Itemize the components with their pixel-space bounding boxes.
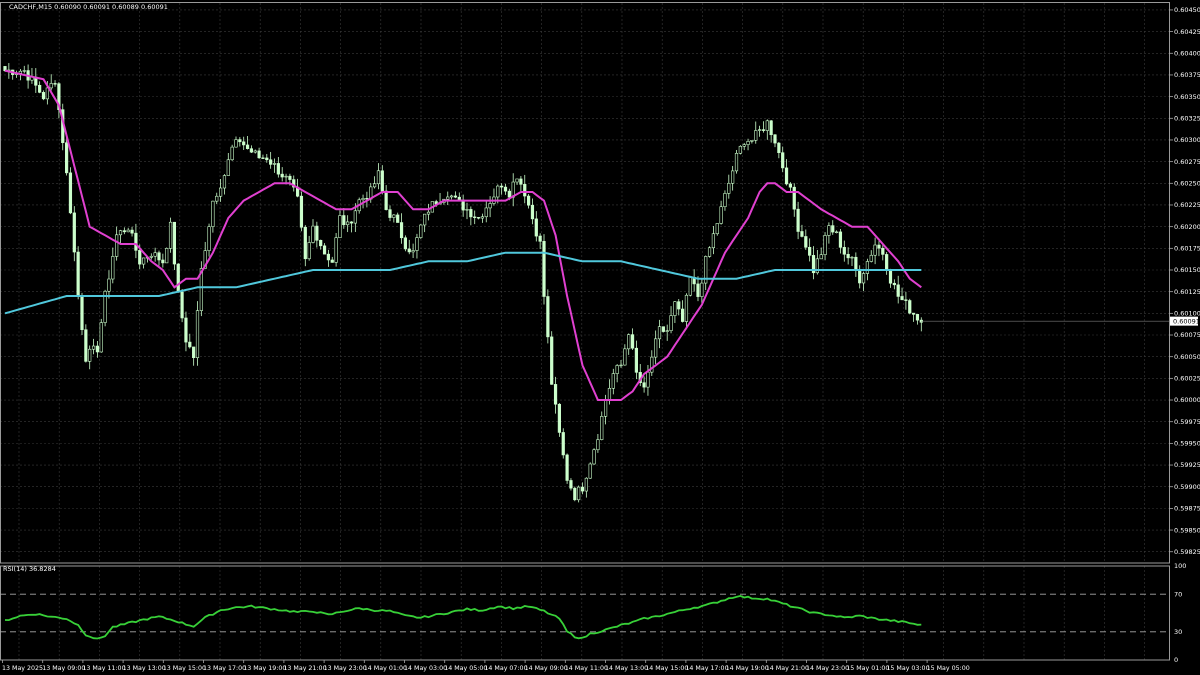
x-tick-label: 14 May 05:00 [444, 665, 487, 672]
candle [734, 149, 739, 174]
y-tick-label: 0.59975 [1174, 418, 1200, 426]
candle [707, 246, 712, 258]
y-tick-label: 0.60425 [1174, 28, 1200, 36]
candle [661, 326, 665, 333]
x-tick-label: 14 May 21:00 [766, 665, 809, 672]
candle [195, 301, 200, 366]
y-tick-label: 0.60025 [1174, 375, 1200, 383]
y-tick-label: 0.60075 [1174, 331, 1200, 339]
candle [908, 298, 912, 315]
y-tick-label: 0.60250 [1174, 180, 1200, 188]
y-tick-label: 0.60200 [1174, 223, 1200, 231]
rsi-tick-label: 30 [1174, 628, 1182, 636]
candle [542, 234, 546, 305]
y-tick-label: 0.59900 [1174, 483, 1200, 491]
y-tick-label: 0.60100 [1174, 310, 1200, 318]
x-tick-label: 14 May 15:00 [645, 665, 688, 672]
candle [76, 246, 80, 300]
candle [80, 292, 84, 336]
current-price-tag: 0.60091 [1170, 316, 1200, 326]
candle [230, 144, 234, 161]
rsi-tick-label: 0 [1174, 656, 1178, 664]
x-tick-label: 14 May 09:00 [525, 665, 568, 672]
y-tick-label: 0.60000 [1174, 396, 1200, 404]
x-tick-label: 13 May 2025 [2, 665, 43, 672]
candle [419, 224, 423, 239]
y-tick-label: 0.60375 [1174, 71, 1200, 79]
x-tick-label: 15 May 05:00 [927, 665, 970, 672]
candle [176, 263, 180, 293]
candle [592, 448, 596, 465]
candle [573, 486, 577, 502]
candle [172, 221, 177, 270]
candle [546, 289, 550, 344]
candle [577, 485, 581, 503]
svg-text:0.60091: 0.60091 [1173, 317, 1200, 325]
chart[interactable]: 0.60450 0.60425 0.60400 0.60375 0.60350 0.603… [0, 0, 1200, 675]
x-tick-label: 13 May 23:00 [324, 665, 367, 672]
x-tick-label: 13 May 11:00 [82, 665, 125, 672]
candle [561, 428, 565, 459]
x-tick-label: 13 May 21:00 [283, 665, 326, 672]
x-tick-label: 14 May 07:00 [484, 665, 527, 672]
x-tick-label: 13 May 17:00 [203, 665, 246, 672]
candle [168, 217, 173, 253]
x-tick-label: 14 May 11:00 [565, 665, 608, 672]
x-tick-label: 14 May 23:00 [806, 665, 849, 672]
chart-background [0, 0, 1200, 675]
candle [738, 145, 742, 155]
candle [84, 324, 88, 363]
candle [565, 453, 569, 484]
y-tick-label: 0.59925 [1174, 461, 1200, 469]
candle [165, 247, 169, 264]
y-tick-label: 0.59850 [1174, 526, 1200, 534]
y-tick-label: 0.59875 [1174, 505, 1200, 513]
rsi-label: RSI(14) 36.8284 [3, 565, 56, 573]
x-tick-label: 14 May 19:00 [726, 665, 769, 672]
candle [715, 223, 719, 236]
rsi-tick-label: 70 [1174, 590, 1182, 598]
y-tick-label: 0.59825 [1174, 548, 1200, 556]
candle [403, 235, 408, 252]
y-tick-label: 0.60050 [1174, 353, 1200, 361]
rsi-tick-label: 100 [1174, 562, 1186, 570]
candle [180, 289, 184, 323]
candle [557, 403, 561, 437]
y-tick-label: 0.60450 [1174, 6, 1200, 14]
y-tick-label: 0.59950 [1174, 440, 1200, 448]
candle [334, 232, 338, 267]
x-tick-label: 14 May 13:00 [605, 665, 648, 672]
y-tick-label: 0.60325 [1174, 114, 1200, 122]
symbol-info: CADCHF,M15 0.60090 0.60091 0.60089 0.600… [9, 3, 168, 11]
x-tick-label: 13 May 15:00 [163, 665, 206, 672]
x-tick-label: 14 May 01:00 [364, 665, 407, 672]
x-tick-label: 14 May 17:00 [685, 665, 728, 672]
y-tick-label: 0.60150 [1174, 266, 1200, 274]
y-tick-label: 0.60225 [1174, 201, 1200, 209]
y-tick-label: 0.60125 [1174, 288, 1200, 296]
y-tick-label: 0.60175 [1174, 245, 1200, 253]
candle [68, 167, 73, 215]
y-tick-label: 0.60400 [1174, 49, 1200, 57]
x-tick-label: 13 May 19:00 [243, 665, 286, 672]
x-tick-label: 13 May 13:00 [123, 665, 166, 672]
candle [688, 275, 692, 297]
x-tick-label: 15 May 01:00 [846, 665, 889, 672]
candle [588, 462, 592, 479]
y-tick-label: 0.60300 [1174, 136, 1200, 144]
y-tick-label: 0.60350 [1174, 93, 1200, 101]
candle [299, 191, 304, 232]
candle [99, 318, 103, 353]
y-tick-label: 0.60275 [1174, 158, 1200, 166]
x-tick-label: 14 May 03:00 [404, 665, 447, 672]
x-tick-label: 15 May 03:00 [886, 665, 929, 672]
candle [550, 331, 554, 385]
x-tick-label: 13 May 09:00 [42, 665, 85, 672]
